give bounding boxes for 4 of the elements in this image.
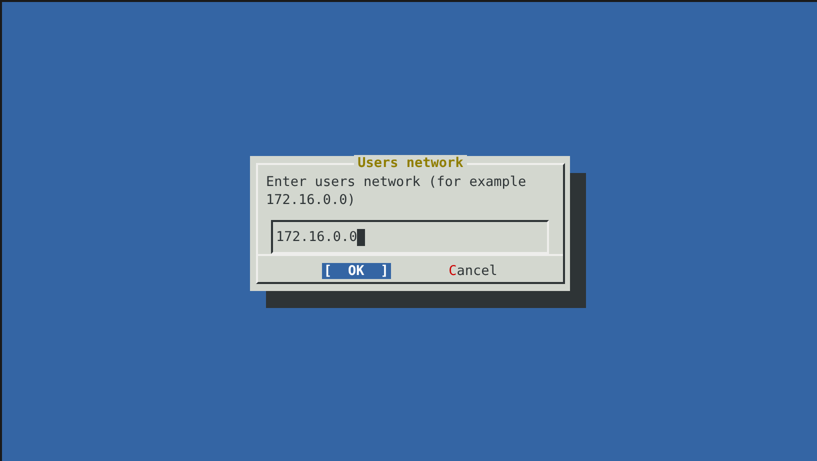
prompt-text: Enter users network (for example 172.16.0.0) (266, 173, 528, 209)
input-field[interactable]: 172.16.0.0 (271, 220, 549, 254)
ok-button[interactable]: [ OK ] (322, 263, 391, 279)
cancel-button[interactable]: Cancel (446, 263, 500, 279)
